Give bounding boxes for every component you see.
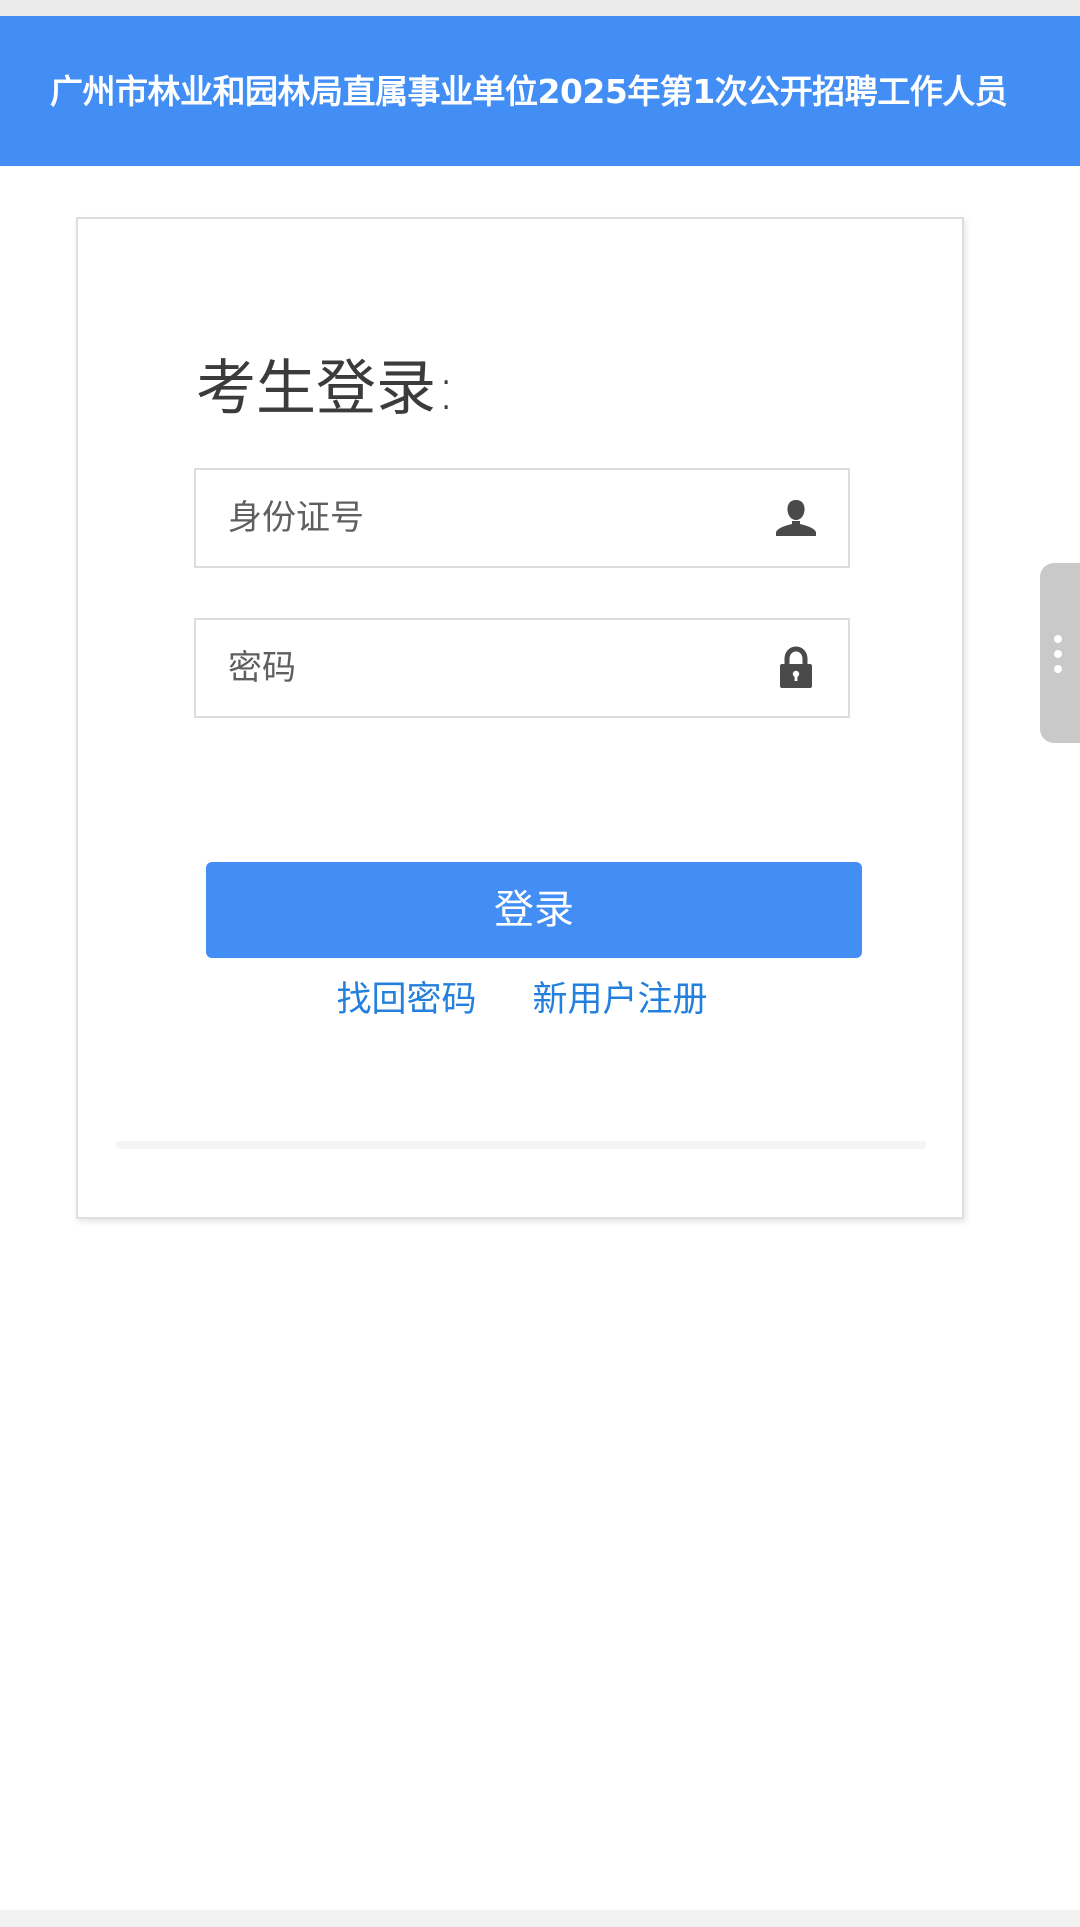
bottom-bar [0,1910,1080,1927]
more-vertical-icon [1054,635,1064,680]
lock-icon [774,646,818,690]
login-card: 考生登录: 登录 找回密码 新用户注册 [76,217,964,1219]
floating-side-tab[interactable] [1040,563,1080,743]
register-link[interactable]: 新用户注册 [533,980,708,1020]
account-links: 找回密码 新用户注册 [78,975,966,1025]
user-icon [774,496,818,540]
id-number-field [194,468,850,568]
password-field [194,618,850,718]
id-number-input[interactable] [196,470,774,566]
login-button[interactable]: 登录 [206,862,862,958]
login-heading: 考生登录: [196,354,457,424]
password-input[interactable] [196,620,774,716]
page-header: 广州市林业和园林局直属事业单位2025年第1次公开招聘工作人员 [0,16,1080,166]
page-title: 广州市林业和园林局直属事业单位2025年第1次公开招聘工作人员 [50,72,1008,111]
recover-password-link[interactable]: 找回密码 [336,980,476,1020]
card-divider [116,1141,926,1149]
status-bar [0,0,1080,16]
